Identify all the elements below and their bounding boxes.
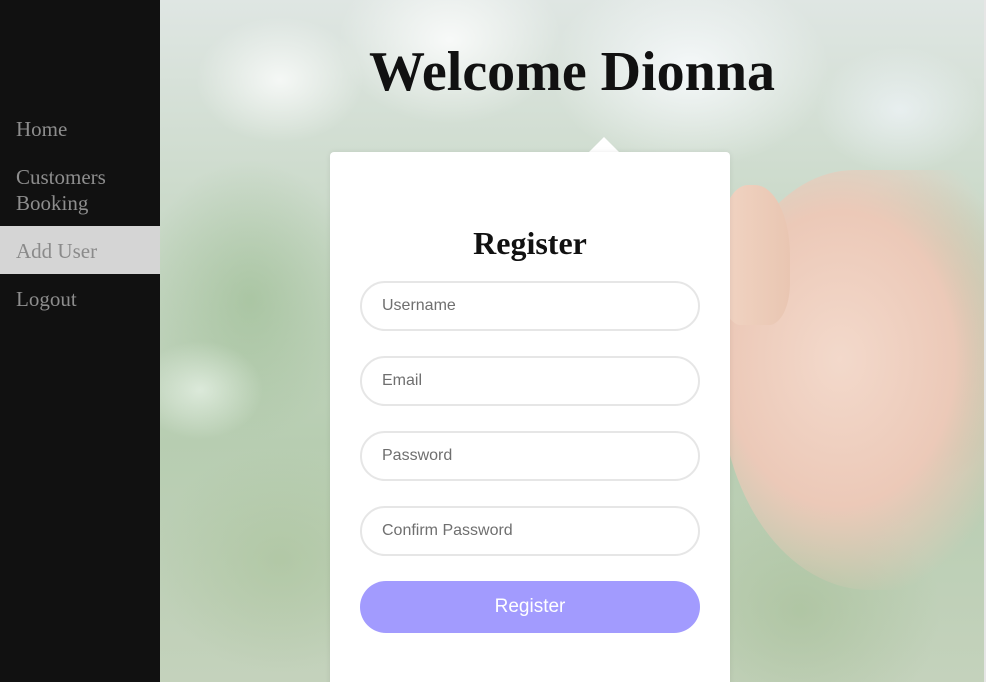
- password-field[interactable]: [360, 431, 700, 481]
- sidebar: Home Customers Booking Add User Logout: [0, 0, 160, 682]
- sidebar-nav: Home Customers Booking Add User Logout: [0, 104, 160, 322]
- card-notch: [589, 137, 619, 152]
- sidebar-item-home[interactable]: Home: [0, 104, 160, 152]
- register-card: Register Register: [330, 152, 730, 682]
- register-button[interactable]: Register: [360, 581, 700, 633]
- sidebar-item-add-user[interactable]: Add User: [0, 226, 160, 274]
- email-field[interactable]: [360, 356, 700, 406]
- register-title: Register: [473, 225, 587, 261]
- sidebar-item-customers-booking[interactable]: Customers Booking: [0, 152, 160, 226]
- page-title: Welcome Dionna: [369, 41, 775, 103]
- username-field[interactable]: [360, 281, 700, 331]
- sidebar-item-logout[interactable]: Logout: [0, 274, 160, 322]
- thumb-image: [720, 185, 790, 325]
- confirm-password-field[interactable]: [360, 506, 700, 556]
